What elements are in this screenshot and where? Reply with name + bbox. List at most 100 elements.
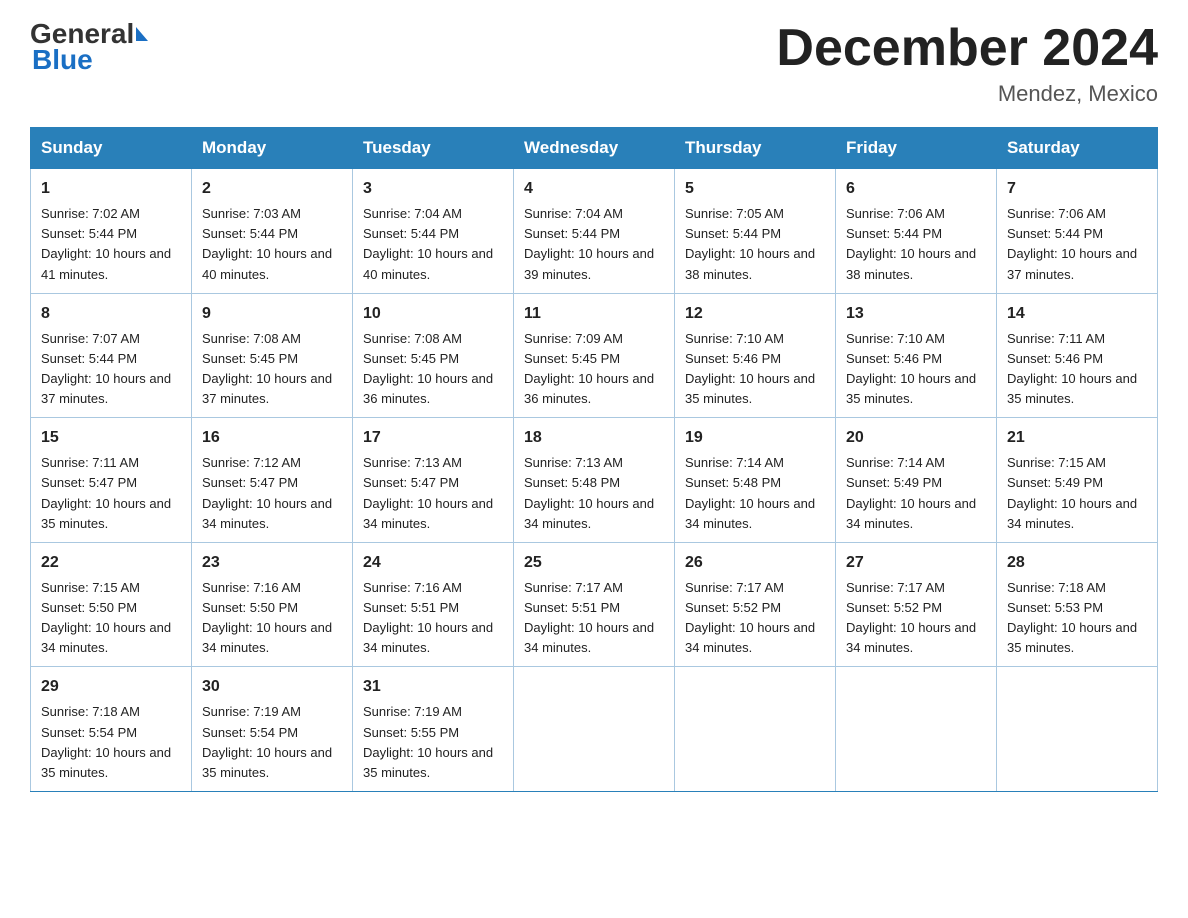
calendar-cell: 15 Sunrise: 7:11 AMSunset: 5:47 PMDaylig… bbox=[31, 418, 192, 543]
day-number: 3 bbox=[363, 177, 503, 201]
day-info: Sunrise: 7:17 AMSunset: 5:52 PMDaylight:… bbox=[685, 580, 815, 655]
calendar-cell: 24 Sunrise: 7:16 AMSunset: 5:51 PMDaylig… bbox=[353, 542, 514, 667]
day-number: 8 bbox=[41, 302, 181, 326]
day-info: Sunrise: 7:04 AMSunset: 5:44 PMDaylight:… bbox=[524, 206, 654, 281]
calendar-cell: 21 Sunrise: 7:15 AMSunset: 5:49 PMDaylig… bbox=[997, 418, 1158, 543]
calendar-cell: 7 Sunrise: 7:06 AMSunset: 5:44 PMDayligh… bbox=[997, 169, 1158, 294]
calendar-header-wednesday: Wednesday bbox=[514, 128, 675, 169]
day-number: 12 bbox=[685, 302, 825, 326]
calendar-table: SundayMondayTuesdayWednesdayThursdayFrid… bbox=[30, 127, 1158, 792]
calendar-cell: 1 Sunrise: 7:02 AMSunset: 5:44 PMDayligh… bbox=[31, 169, 192, 294]
calendar-week-row: 8 Sunrise: 7:07 AMSunset: 5:44 PMDayligh… bbox=[31, 293, 1158, 418]
calendar-cell: 12 Sunrise: 7:10 AMSunset: 5:46 PMDaylig… bbox=[675, 293, 836, 418]
day-number: 19 bbox=[685, 426, 825, 450]
day-info: Sunrise: 7:19 AMSunset: 5:55 PMDaylight:… bbox=[363, 704, 493, 779]
calendar-cell: 22 Sunrise: 7:15 AMSunset: 5:50 PMDaylig… bbox=[31, 542, 192, 667]
day-number: 23 bbox=[202, 551, 342, 575]
calendar-cell: 23 Sunrise: 7:16 AMSunset: 5:50 PMDaylig… bbox=[192, 542, 353, 667]
calendar-cell: 25 Sunrise: 7:17 AMSunset: 5:51 PMDaylig… bbox=[514, 542, 675, 667]
day-info: Sunrise: 7:05 AMSunset: 5:44 PMDaylight:… bbox=[685, 206, 815, 281]
calendar-cell: 30 Sunrise: 7:19 AMSunset: 5:54 PMDaylig… bbox=[192, 667, 353, 792]
calendar-cell: 17 Sunrise: 7:13 AMSunset: 5:47 PMDaylig… bbox=[353, 418, 514, 543]
day-number: 1 bbox=[41, 177, 181, 201]
day-number: 17 bbox=[363, 426, 503, 450]
day-info: Sunrise: 7:15 AMSunset: 5:50 PMDaylight:… bbox=[41, 580, 171, 655]
calendar-cell: 6 Sunrise: 7:06 AMSunset: 5:44 PMDayligh… bbox=[836, 169, 997, 294]
calendar-cell: 10 Sunrise: 7:08 AMSunset: 5:45 PMDaylig… bbox=[353, 293, 514, 418]
day-info: Sunrise: 7:17 AMSunset: 5:52 PMDaylight:… bbox=[846, 580, 976, 655]
day-info: Sunrise: 7:19 AMSunset: 5:54 PMDaylight:… bbox=[202, 704, 332, 779]
day-info: Sunrise: 7:17 AMSunset: 5:51 PMDaylight:… bbox=[524, 580, 654, 655]
calendar-cell bbox=[997, 667, 1158, 792]
day-info: Sunrise: 7:10 AMSunset: 5:46 PMDaylight:… bbox=[685, 331, 815, 406]
calendar-header-row: SundayMondayTuesdayWednesdayThursdayFrid… bbox=[31, 128, 1158, 169]
calendar-cell bbox=[675, 667, 836, 792]
calendar-cell: 19 Sunrise: 7:14 AMSunset: 5:48 PMDaylig… bbox=[675, 418, 836, 543]
day-info: Sunrise: 7:03 AMSunset: 5:44 PMDaylight:… bbox=[202, 206, 332, 281]
day-info: Sunrise: 7:02 AMSunset: 5:44 PMDaylight:… bbox=[41, 206, 171, 281]
calendar-cell: 2 Sunrise: 7:03 AMSunset: 5:44 PMDayligh… bbox=[192, 169, 353, 294]
calendar-week-row: 1 Sunrise: 7:02 AMSunset: 5:44 PMDayligh… bbox=[31, 169, 1158, 294]
calendar-cell: 8 Sunrise: 7:07 AMSunset: 5:44 PMDayligh… bbox=[31, 293, 192, 418]
day-info: Sunrise: 7:04 AMSunset: 5:44 PMDaylight:… bbox=[363, 206, 493, 281]
day-info: Sunrise: 7:13 AMSunset: 5:47 PMDaylight:… bbox=[363, 455, 493, 530]
day-number: 29 bbox=[41, 675, 181, 699]
day-number: 31 bbox=[363, 675, 503, 699]
calendar-cell: 4 Sunrise: 7:04 AMSunset: 5:44 PMDayligh… bbox=[514, 169, 675, 294]
title-area: December 2024 Mendez, Mexico bbox=[776, 20, 1158, 107]
calendar-cell: 27 Sunrise: 7:17 AMSunset: 5:52 PMDaylig… bbox=[836, 542, 997, 667]
calendar-cell bbox=[514, 667, 675, 792]
day-info: Sunrise: 7:16 AMSunset: 5:51 PMDaylight:… bbox=[363, 580, 493, 655]
day-info: Sunrise: 7:08 AMSunset: 5:45 PMDaylight:… bbox=[202, 331, 332, 406]
day-number: 24 bbox=[363, 551, 503, 575]
day-number: 26 bbox=[685, 551, 825, 575]
month-title: December 2024 bbox=[776, 20, 1158, 77]
day-info: Sunrise: 7:15 AMSunset: 5:49 PMDaylight:… bbox=[1007, 455, 1137, 530]
calendar-cell bbox=[836, 667, 997, 792]
logo: General Blue bbox=[30, 20, 148, 76]
day-number: 21 bbox=[1007, 426, 1147, 450]
day-info: Sunrise: 7:18 AMSunset: 5:54 PMDaylight:… bbox=[41, 704, 171, 779]
calendar-header-saturday: Saturday bbox=[997, 128, 1158, 169]
day-number: 15 bbox=[41, 426, 181, 450]
calendar-cell: 13 Sunrise: 7:10 AMSunset: 5:46 PMDaylig… bbox=[836, 293, 997, 418]
day-info: Sunrise: 7:12 AMSunset: 5:47 PMDaylight:… bbox=[202, 455, 332, 530]
page-header: General Blue December 2024 Mendez, Mexic… bbox=[30, 20, 1158, 107]
day-number: 7 bbox=[1007, 177, 1147, 201]
calendar-header-sunday: Sunday bbox=[31, 128, 192, 169]
logo-blue-text: Blue bbox=[30, 44, 148, 76]
day-info: Sunrise: 7:16 AMSunset: 5:50 PMDaylight:… bbox=[202, 580, 332, 655]
calendar-cell: 20 Sunrise: 7:14 AMSunset: 5:49 PMDaylig… bbox=[836, 418, 997, 543]
calendar-header-tuesday: Tuesday bbox=[353, 128, 514, 169]
day-info: Sunrise: 7:09 AMSunset: 5:45 PMDaylight:… bbox=[524, 331, 654, 406]
calendar-cell: 16 Sunrise: 7:12 AMSunset: 5:47 PMDaylig… bbox=[192, 418, 353, 543]
day-number: 6 bbox=[846, 177, 986, 201]
calendar-cell: 31 Sunrise: 7:19 AMSunset: 5:55 PMDaylig… bbox=[353, 667, 514, 792]
calendar-cell: 5 Sunrise: 7:05 AMSunset: 5:44 PMDayligh… bbox=[675, 169, 836, 294]
location-subtitle: Mendez, Mexico bbox=[776, 81, 1158, 107]
day-number: 14 bbox=[1007, 302, 1147, 326]
day-number: 28 bbox=[1007, 551, 1147, 575]
logo-triangle-icon bbox=[136, 27, 148, 41]
day-info: Sunrise: 7:10 AMSunset: 5:46 PMDaylight:… bbox=[846, 331, 976, 406]
calendar-cell: 29 Sunrise: 7:18 AMSunset: 5:54 PMDaylig… bbox=[31, 667, 192, 792]
day-number: 16 bbox=[202, 426, 342, 450]
day-number: 18 bbox=[524, 426, 664, 450]
day-number: 4 bbox=[524, 177, 664, 201]
day-number: 11 bbox=[524, 302, 664, 326]
day-number: 2 bbox=[202, 177, 342, 201]
day-number: 9 bbox=[202, 302, 342, 326]
day-number: 5 bbox=[685, 177, 825, 201]
calendar-header-monday: Monday bbox=[192, 128, 353, 169]
day-info: Sunrise: 7:11 AMSunset: 5:47 PMDaylight:… bbox=[41, 455, 171, 530]
calendar-header-friday: Friday bbox=[836, 128, 997, 169]
day-number: 13 bbox=[846, 302, 986, 326]
calendar-week-row: 22 Sunrise: 7:15 AMSunset: 5:50 PMDaylig… bbox=[31, 542, 1158, 667]
day-info: Sunrise: 7:14 AMSunset: 5:49 PMDaylight:… bbox=[846, 455, 976, 530]
day-info: Sunrise: 7:06 AMSunset: 5:44 PMDaylight:… bbox=[1007, 206, 1137, 281]
calendar-cell: 28 Sunrise: 7:18 AMSunset: 5:53 PMDaylig… bbox=[997, 542, 1158, 667]
day-number: 22 bbox=[41, 551, 181, 575]
calendar-cell: 9 Sunrise: 7:08 AMSunset: 5:45 PMDayligh… bbox=[192, 293, 353, 418]
day-number: 20 bbox=[846, 426, 986, 450]
calendar-week-row: 29 Sunrise: 7:18 AMSunset: 5:54 PMDaylig… bbox=[31, 667, 1158, 792]
